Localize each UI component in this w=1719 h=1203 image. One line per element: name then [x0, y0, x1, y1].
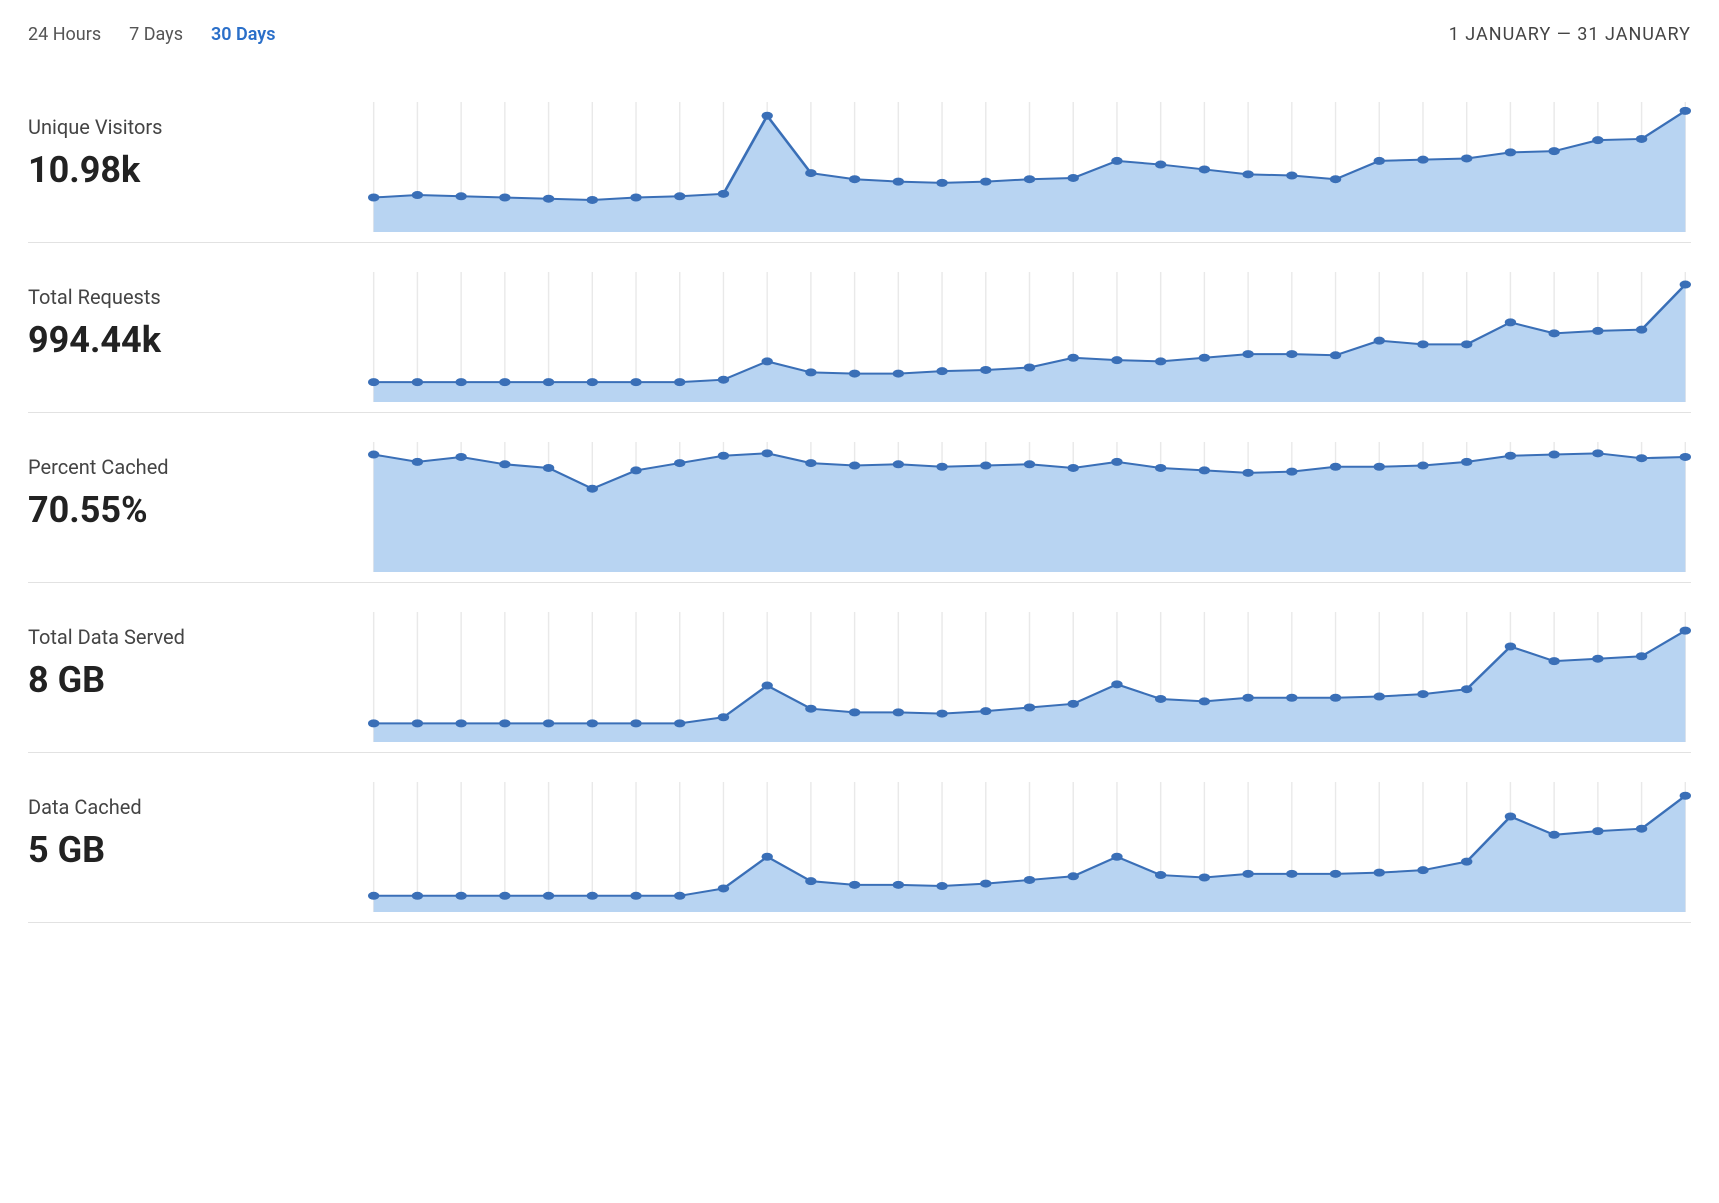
metric-value: 5 GB: [28, 829, 368, 871]
metric-title: Unique Visitors: [28, 115, 368, 139]
metric-value: 70.55%: [28, 489, 368, 531]
metric-title: Data Cached: [28, 795, 368, 819]
metric-label-col: Total Data Served 8 GB: [28, 593, 368, 742]
tab-30-days[interactable]: 30 Days: [211, 24, 276, 45]
chart-total-data-served: [368, 612, 1691, 742]
metric-value: 8 GB: [28, 659, 368, 701]
metric-row-unique-visitors: Unique Visitors 10.98k: [28, 73, 1691, 243]
date-range-label: 1 JANUARY — 31 JANUARY: [1449, 24, 1691, 45]
chart-col: [368, 423, 1691, 572]
tab-7-days[interactable]: 7 Days: [129, 24, 183, 45]
metric-label-col: Data Cached 5 GB: [28, 763, 368, 912]
date-range-tabs: 24 Hours 7 Days 30 Days: [28, 24, 275, 45]
metric-title: Total Requests: [28, 285, 368, 309]
chart-unique-visitors: [368, 102, 1691, 232]
metric-title: Percent Cached: [28, 455, 368, 479]
metric-label-col: Total Requests 994.44k: [28, 253, 368, 402]
tab-24-hours[interactable]: 24 Hours: [28, 24, 101, 45]
chart-col: [368, 763, 1691, 912]
chart-col: [368, 593, 1691, 742]
metric-row-total-data-served: Total Data Served 8 GB: [28, 583, 1691, 753]
metric-value: 10.98k: [28, 149, 368, 191]
metric-row-data-cached: Data Cached 5 GB: [28, 753, 1691, 923]
chart-col: [368, 83, 1691, 232]
metric-title: Total Data Served: [28, 625, 368, 649]
chart-percent-cached: [368, 442, 1691, 572]
chart-total-requests: [368, 272, 1691, 402]
metric-value: 994.44k: [28, 319, 368, 361]
metric-label-col: Percent Cached 70.55%: [28, 423, 368, 572]
metric-row-total-requests: Total Requests 994.44k: [28, 243, 1691, 413]
top-bar: 24 Hours 7 Days 30 Days 1 JANUARY — 31 J…: [28, 24, 1691, 45]
metric-label-col: Unique Visitors 10.98k: [28, 83, 368, 232]
chart-data-cached: [368, 782, 1691, 912]
chart-col: [368, 253, 1691, 402]
metric-row-percent-cached: Percent Cached 70.55%: [28, 413, 1691, 583]
